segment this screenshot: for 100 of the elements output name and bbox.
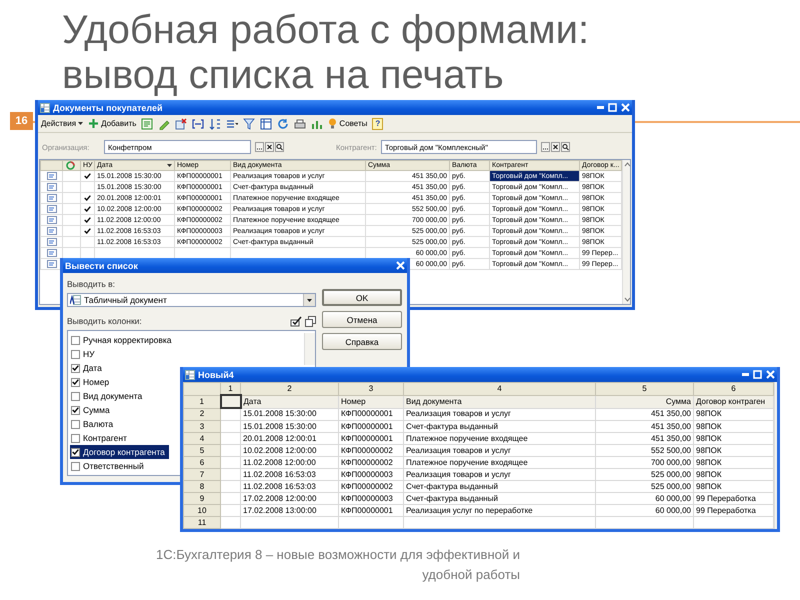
cross-icon[interactable] <box>175 118 188 130</box>
table-cell: КФП00000002 <box>341 446 393 454</box>
column-header[interactable]: 4 <box>497 384 502 393</box>
checkbox[interactable] <box>71 434 80 442</box>
table-cell: 17.02.2008 12:00:00 <box>243 494 316 502</box>
document-icon <box>46 183 56 191</box>
table-cell: 11.02.2008 12:00:00 <box>243 458 316 466</box>
chevron-up-icon[interactable] <box>623 160 630 169</box>
table-cell: Договор контраген <box>696 396 766 406</box>
actions-menu[interactable]: Действия <box>41 119 84 128</box>
ellipsis-icon[interactable] <box>255 142 264 152</box>
checkbox[interactable] <box>71 350 80 358</box>
maximize-icon[interactable] <box>608 103 617 112</box>
row-header[interactable]: 2 <box>200 409 204 418</box>
dropdown[interactable]: Табличный документ <box>67 293 316 307</box>
check-all-icon[interactable] <box>290 316 302 327</box>
table-cell: 98ПОК <box>696 458 722 466</box>
clear-icon[interactable] <box>265 142 274 152</box>
table-cell: КФП00000001 <box>341 434 393 442</box>
row-header[interactable]: 3 <box>200 422 204 430</box>
table-cell: Дата <box>244 396 262 406</box>
table-cell: 451 350,00 <box>650 409 691 418</box>
table-cell: 552 500,00 <box>650 446 691 454</box>
column-header[interactable]: 3 <box>368 384 374 393</box>
table-cell: КФП00000003 <box>341 470 393 478</box>
table-cell: Сумма <box>666 396 691 406</box>
sort-icon[interactable] <box>167 164 172 167</box>
list-item[interactable]: Договор контрагента <box>70 445 169 459</box>
tips-button[interactable]: Советы <box>328 118 368 129</box>
table-cell: КФП00000002 <box>341 482 393 490</box>
ellipsis-icon[interactable] <box>540 142 550 152</box>
table-icon[interactable] <box>260 118 272 130</box>
scrollbar[interactable] <box>304 333 315 365</box>
search-icon[interactable] <box>275 142 284 152</box>
close-icon[interactable] <box>621 103 630 112</box>
row-header[interactable]: 8 <box>200 482 204 490</box>
list-item[interactable]: Валюта <box>70 417 118 431</box>
list-item[interactable]: Вид документа <box>70 389 146 403</box>
row-header[interactable]: 1 <box>200 396 204 406</box>
table-cell: Счет-фактура выданный <box>406 482 498 490</box>
dialog-button[interactable]: Отмена <box>322 311 402 328</box>
table-cell: 98ПОК <box>696 434 722 442</box>
row-header[interactable]: 10 <box>198 506 206 514</box>
table-cell: Реализация товаров и услуг <box>406 446 511 454</box>
checkbox[interactable] <box>71 336 80 344</box>
table-cell: 98ПОК <box>696 482 722 490</box>
row-header[interactable]: 9 <box>200 494 204 502</box>
column-header[interactable]: 6 <box>731 384 736 393</box>
row-header[interactable]: 11 <box>198 518 206 526</box>
list-item[interactable]: Дата <box>70 361 106 375</box>
list-item[interactable]: НУ <box>70 347 99 361</box>
chevron-down-icon[interactable] <box>623 295 630 304</box>
column-header[interactable]: 1 <box>228 384 233 392</box>
table-cell: Вид документа <box>406 396 462 406</box>
table-cell: 525 000,00 <box>650 470 691 478</box>
row-header[interactable]: 5 <box>200 446 204 454</box>
table-cell: 98ПОК <box>696 446 722 454</box>
dialog-button[interactable]: OK <box>322 289 402 306</box>
scrollbar[interactable] <box>622 160 630 304</box>
list-item[interactable]: Номер <box>70 375 114 389</box>
checkbox[interactable] <box>71 378 80 386</box>
table-cell: Реализация товаров и услуг <box>406 409 511 418</box>
list-item[interactable]: Ручная корректировка <box>70 333 176 347</box>
search-icon[interactable] <box>560 142 570 152</box>
clear-icon[interactable] <box>550 142 560 152</box>
table-cell: Платежное поручение входящее <box>406 434 528 442</box>
spreadsheet-icon <box>70 295 81 305</box>
maximize-icon[interactable] <box>753 370 762 379</box>
table-cell: Реализация товаров и услуг <box>406 470 511 478</box>
caret-icon <box>307 298 312 302</box>
table-cell: Реализация услуг по переработке <box>406 506 533 514</box>
checkbox[interactable] <box>71 462 80 470</box>
table-cell: КФП00000001 <box>341 409 393 418</box>
copy-icon[interactable] <box>305 316 316 327</box>
dialog-button[interactable]: Справка <box>322 333 402 350</box>
list-item[interactable]: Ответственный <box>70 459 148 473</box>
checkbox[interactable] <box>71 420 80 428</box>
document-icon[interactable] <box>141 118 154 130</box>
add-button[interactable]: Добавить <box>88 118 136 129</box>
checkbox[interactable] <box>71 392 80 400</box>
window-title: Новый4 <box>198 370 235 380</box>
list-icon[interactable] <box>226 118 238 130</box>
checkbox[interactable] <box>71 364 80 372</box>
table-cell: 98ПОК <box>696 422 722 430</box>
column-header[interactable]: 5 <box>642 384 647 393</box>
row-header[interactable]: 6 <box>200 458 204 466</box>
list-item[interactable]: Контрагент <box>70 431 131 445</box>
row-header[interactable]: 7 <box>200 470 204 478</box>
help-button[interactable]: ? <box>372 118 384 130</box>
checkbox[interactable] <box>71 406 80 414</box>
printer-icon[interactable] <box>294 118 306 130</box>
checkbox[interactable] <box>71 448 80 456</box>
list-item[interactable]: Сумма <box>70 403 114 417</box>
column-header[interactable]: 2 <box>287 384 292 393</box>
close-icon[interactable] <box>396 261 405 270</box>
funnel-icon[interactable] <box>243 118 256 130</box>
row-header[interactable]: 4 <box>200 434 204 442</box>
close-icon[interactable] <box>766 370 775 379</box>
sort-icon[interactable] <box>209 118 222 130</box>
bracket-icon[interactable] <box>192 118 204 130</box>
